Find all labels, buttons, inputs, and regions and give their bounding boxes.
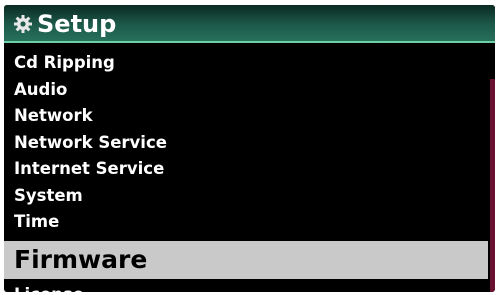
menu-item-firmware[interactable]: Firmware: [4, 240, 488, 279]
page-title: Setup: [37, 10, 117, 38]
menu-item-license[interactable]: License: [4, 282, 488, 293]
menu-item-cd-ripping[interactable]: Cd Ripping: [4, 50, 488, 77]
menu-item-network-service[interactable]: Network Service: [4, 130, 488, 157]
gear-icon: [14, 15, 32, 33]
menu-item-internet-service[interactable]: Internet Service: [4, 156, 488, 183]
setup-screen: Setup Cd Ripping Audio Network Network S…: [4, 5, 495, 292]
menu-item-time[interactable]: Time: [4, 209, 488, 236]
menu-item-network[interactable]: Network: [4, 103, 488, 130]
setup-menu: Cd Ripping Audio Network Network Service…: [4, 50, 488, 292]
scrollbar[interactable]: [490, 79, 495, 292]
menu-item-audio[interactable]: Audio: [4, 77, 488, 104]
title-bar: Setup: [4, 5, 495, 43]
menu-item-system[interactable]: System: [4, 183, 488, 210]
